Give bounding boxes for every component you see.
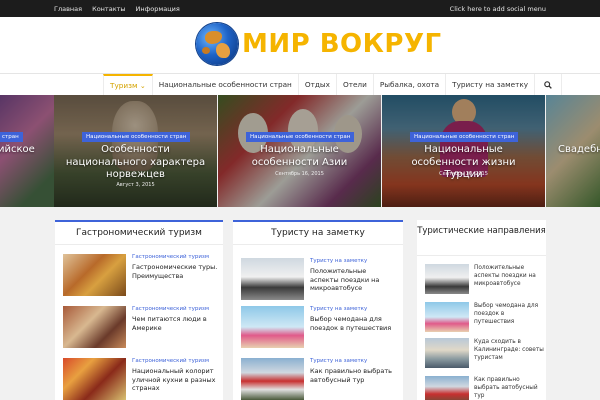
nav-item-rest[interactable]: Отдых: [299, 74, 337, 95]
sidebar-title: Туристические направления: [417, 220, 546, 256]
thumbnail[interactable]: [425, 376, 469, 400]
slide-2[interactable]: Национальные особенности стран Националь…: [218, 95, 381, 207]
thumbnail[interactable]: [241, 258, 304, 300]
sidebar-destinations: Туристические направления Положительные …: [417, 220, 546, 400]
sidebar-item[interactable]: Выбор чемодана для поездок в путешествия: [425, 302, 545, 338]
thumbnail[interactable]: [425, 302, 469, 332]
slide-title[interactable]: Особенности национального характера норв…: [54, 144, 217, 182]
slide-date: Сентябрь 16, 2015: [275, 171, 324, 177]
slide-title[interactable]: ийское: [0, 144, 54, 157]
item-category[interactable]: Туристу на заметку: [310, 258, 367, 264]
slide-category[interactable]: стран: [0, 132, 23, 142]
slide-title[interactable]: Национальные особенности Азии: [218, 144, 381, 169]
section-title[interactable]: Туристу на заметку: [233, 220, 403, 245]
top-link-contacts[interactable]: Контакты: [92, 5, 125, 13]
nav-item-tourism[interactable]: Туризм ⌄: [103, 74, 153, 95]
slide-category[interactable]: Национальные особенности стран: [246, 132, 355, 142]
slide-category[interactable]: Национальные особенности стран: [410, 132, 519, 142]
slide-0[interactable]: стран ийское: [0, 95, 54, 207]
top-nav: Главная Контакты Информация: [54, 5, 180, 13]
sidebar-item[interactable]: Как правильно выбрать автобусный тур: [425, 376, 545, 400]
section-title[interactable]: Гастрономический туризм: [55, 220, 223, 245]
globe-icon: [196, 23, 238, 65]
item-title[interactable]: Национальный колорит уличной кухни в раз…: [132, 367, 218, 393]
list-item[interactable]: Гастрономический туризм Гастрономические…: [63, 254, 217, 304]
list-item[interactable]: Туристу на заметку Выбор чемодана для по…: [241, 306, 391, 356]
item-category[interactable]: Гастрономический туризм: [132, 254, 209, 260]
thumbnail[interactable]: [425, 338, 469, 368]
item-category[interactable]: Туристу на заметку: [310, 358, 367, 364]
nav-item-notes[interactable]: Туристу на заметку: [446, 74, 536, 95]
slide-date: Сентябрь 16, 2015: [439, 171, 488, 177]
top-link-info[interactable]: Информация: [136, 5, 180, 13]
nav-item-national[interactable]: Национальные особенности стран: [153, 74, 299, 95]
item-title[interactable]: Выбор чемодана для поездок в путешествия: [310, 315, 396, 332]
list-item[interactable]: Туристу на заметку Положительные аспекты…: [241, 258, 391, 308]
list-item[interactable]: Гастрономический туризм Национальный кол…: [63, 358, 215, 400]
slide-1[interactable]: Национальные особенности стран Особеннос…: [54, 95, 217, 207]
sidebar-item[interactable]: Положительные аспекты поездки на микроав…: [425, 264, 545, 300]
item-title[interactable]: Выбор чемодана для поездок в путешествия: [474, 302, 546, 326]
thumbnail[interactable]: [425, 264, 469, 294]
top-link-home[interactable]: Главная: [54, 5, 82, 13]
item-title[interactable]: Положительные аспекты поездки на микроав…: [474, 264, 546, 288]
search-button[interactable]: [535, 74, 563, 95]
social-menu-link[interactable]: Click here to add social menu: [450, 5, 546, 13]
item-title[interactable]: Гастрономические туры. Преимущества: [132, 263, 218, 280]
featured-slider: стран ийское Национальные особенности ст…: [0, 95, 600, 207]
top-bar: Главная Контакты Информация Click here t…: [0, 0, 600, 17]
item-title[interactable]: Куда сходить в Калининграде: советы тури…: [474, 338, 546, 362]
nav-item-hotels[interactable]: Отели: [337, 74, 374, 95]
slide-3[interactable]: Национальные особенности стран Националь…: [382, 95, 545, 207]
thumbnail[interactable]: [241, 358, 304, 400]
nav-item-fishing[interactable]: Рыбалка, охота: [374, 74, 447, 95]
item-title[interactable]: Как правильно выбрать автобусный тур: [474, 376, 546, 400]
item-category[interactable]: Туристу на заметку: [310, 306, 367, 312]
logo-text: МИР ВОКРУГ: [242, 29, 442, 59]
chevron-down-icon: ⌄: [139, 82, 146, 90]
thumbnail[interactable]: [63, 254, 126, 296]
list-item[interactable]: Гастрономический туризм Чем питаются люд…: [63, 306, 213, 356]
item-category[interactable]: Гастрономический туризм: [132, 306, 209, 312]
slide-date: Август 3, 2015: [116, 182, 155, 188]
search-icon: [544, 81, 552, 89]
thumbnail[interactable]: [63, 358, 126, 400]
slide-title[interactable]: Свадебн: [558, 144, 600, 157]
slide-category[interactable]: Национальные особенности стран: [82, 132, 191, 142]
item-title[interactable]: Положительные аспекты поездки на микроав…: [310, 267, 396, 293]
slide-4[interactable]: Свадебн: [546, 95, 600, 207]
section-notes: Туристу на заметку Туристу на заметку По…: [233, 220, 403, 400]
thumbnail[interactable]: [241, 306, 304, 348]
main-nav: Туризм ⌄ Национальные особенности стран …: [0, 73, 600, 95]
list-item[interactable]: Туристу на заметку Как правильно выбрать…: [241, 358, 392, 400]
item-category[interactable]: Гастрономический туризм: [132, 358, 209, 364]
site-logo[interactable]: МИР ВОКРУГ: [196, 23, 442, 65]
item-title[interactable]: Как правильно выбрать автобусный тур: [310, 367, 396, 384]
section-gastro: Гастрономический туризм Гастрономический…: [55, 220, 223, 400]
site-header: МИР ВОКРУГ: [0, 17, 600, 73]
sidebar-item[interactable]: Куда сходить в Калининграде: советы тури…: [425, 338, 545, 374]
item-title[interactable]: Чем питаются люди в Америке: [132, 315, 218, 332]
thumbnail[interactable]: [63, 306, 126, 348]
